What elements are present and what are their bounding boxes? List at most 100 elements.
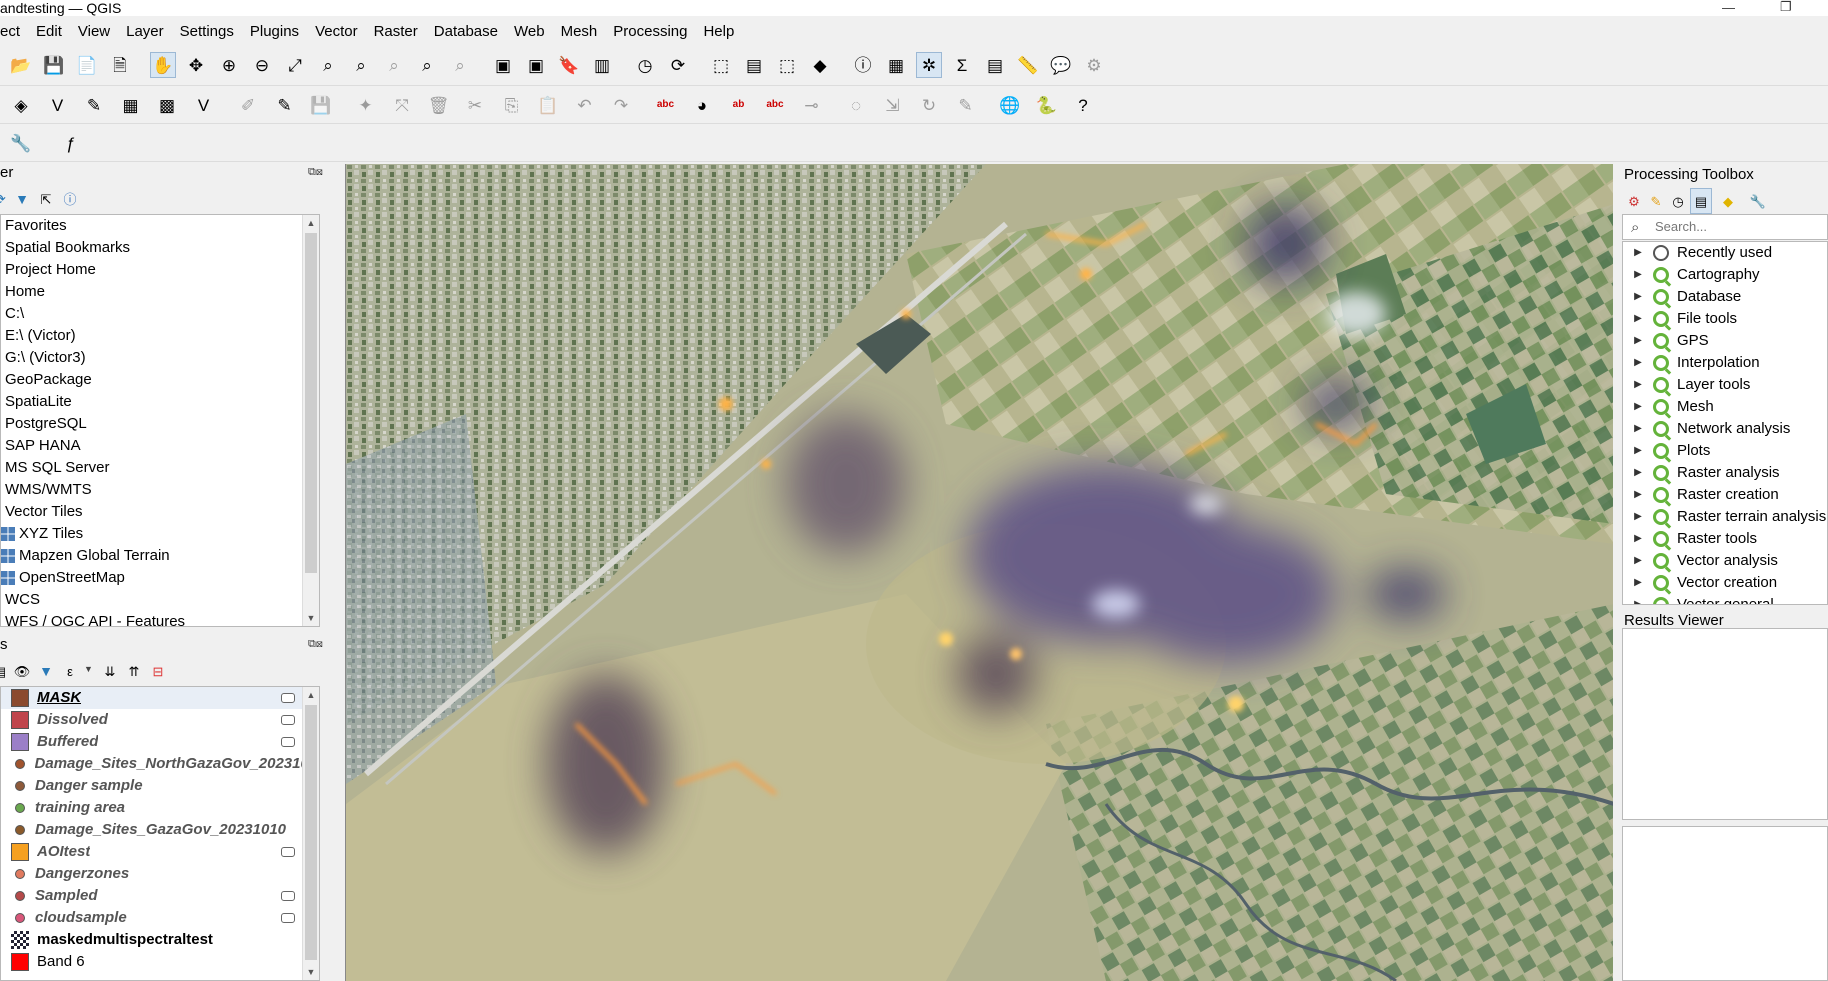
- zoom-to-layer-icon[interactable]: ⌕: [348, 52, 374, 78]
- redo-icon[interactable]: ↷: [608, 92, 634, 118]
- menu-view[interactable]: View: [70, 22, 118, 42]
- add-feature-icon[interactable]: ✦: [353, 92, 379, 118]
- attribute-table-icon[interactable]: ▤: [982, 52, 1008, 78]
- pan-to-selection-icon[interactable]: ✥: [183, 52, 209, 78]
- menu-database[interactable]: Database: [426, 22, 506, 42]
- identify-icon[interactable]: ⓘ: [850, 52, 876, 78]
- remove-layer-icon[interactable]: ⊟: [148, 658, 168, 684]
- browser-item[interactable]: C:\: [1, 303, 319, 325]
- label-tool-icon[interactable]: abc: [762, 92, 788, 118]
- paste-icon[interactable]: 📋: [535, 92, 561, 118]
- scroll-up-icon[interactable]: ▲: [303, 687, 319, 703]
- restore-icon[interactable]: ❐: [1780, 0, 1792, 15]
- layers-tree[interactable]: MASK Dissolved Buffered Damage_Sites_NorthG…: [0, 686, 320, 981]
- chevron-right-icon[interactable]: ▶: [1623, 440, 1653, 462]
- processing-group[interactable]: ▶ Vector analysis: [1623, 550, 1827, 572]
- new-layer-icon[interactable]: V: [45, 92, 71, 118]
- temporal-controller-icon[interactable]: ◷: [632, 52, 658, 78]
- chevron-right-icon[interactable]: ▶: [1623, 242, 1653, 264]
- diagram-icon[interactable]: ◕: [689, 92, 715, 118]
- menu-ect[interactable]: ect: [0, 22, 28, 42]
- open-project-icon[interactable]: 📂: [8, 52, 34, 78]
- globe-icon[interactable]: 🌐: [997, 92, 1023, 118]
- refresh-icon[interactable]: ⟳: [665, 52, 691, 78]
- browser-item[interactable]: MS SQL Server: [1, 457, 319, 479]
- model-icon[interactable]: ⚙: [1624, 188, 1644, 214]
- scroll-down-icon[interactable]: ▼: [303, 964, 319, 980]
- layer-item[interactable]: Danger sample: [1, 775, 319, 797]
- processing-group[interactable]: ▶ Raster analysis: [1623, 462, 1827, 484]
- close-icon[interactable]: ⊠: [316, 638, 323, 650]
- browser-item[interactable]: Spatial Bookmarks: [1, 237, 319, 259]
- chevron-right-icon[interactable]: ▶: [1623, 594, 1653, 604]
- undo-icon[interactable]: ↶: [572, 92, 598, 118]
- layout-manager-icon[interactable]: 🗎: [107, 52, 133, 78]
- processing-group[interactable]: ▶ Raster creation: [1623, 484, 1827, 506]
- filter-legend-icon[interactable]: ▼: [36, 658, 56, 684]
- refresh-icon[interactable]: ⟳: [0, 186, 10, 212]
- processing-group[interactable]: ▶ Layer tools: [1623, 374, 1827, 396]
- statistics-icon[interactable]: ▦: [883, 52, 909, 78]
- collapse-all-icon[interactable]: ⇈: [124, 658, 144, 684]
- browser-item[interactable]: OpenStreetMap: [1, 567, 319, 589]
- chevron-right-icon[interactable]: ▶: [1623, 374, 1653, 396]
- browser-item[interactable]: E:\ (Victor): [1, 325, 319, 347]
- float-icon[interactable]: ⧉: [308, 638, 316, 650]
- chevron-down-icon[interactable]: ▼: [84, 664, 93, 674]
- layer-checkbox[interactable]: [1, 819, 15, 841]
- close-icon[interactable]: ⊠: [316, 166, 323, 178]
- browser-item[interactable]: SpatiaLite: [1, 391, 319, 413]
- menu-help[interactable]: Help: [695, 22, 742, 42]
- processing-group[interactable]: ▶ Raster tools: [1623, 528, 1827, 550]
- scroll-thumb[interactable]: [305, 233, 317, 573]
- processing-toolbox-icon[interactable]: ✲: [916, 52, 942, 78]
- zoom-native-icon[interactable]: ⌕: [381, 52, 407, 78]
- scroll-thumb[interactable]: [305, 705, 317, 960]
- chevron-right-icon[interactable]: ▶: [1623, 528, 1653, 550]
- menu-settings[interactable]: Settings: [172, 22, 242, 42]
- zoom-out-icon[interactable]: ⊖: [249, 52, 275, 78]
- open-attribute-table-icon[interactable]: ▤: [741, 52, 767, 78]
- layer-item[interactable]: Dangerzones: [1, 863, 319, 885]
- chevron-right-icon[interactable]: ▶: [1623, 352, 1653, 374]
- layer-indicator-icon[interactable]: [281, 913, 295, 923]
- processing-group[interactable]: ▶ Raster terrain analysis: [1623, 506, 1827, 528]
- layer-item[interactable]: Sampled: [1, 885, 319, 907]
- menu-layer[interactable]: Layer: [118, 22, 172, 42]
- pan-icon[interactable]: ✋: [150, 52, 176, 78]
- digitize-icon[interactable]: ✎: [81, 92, 107, 118]
- processing-group[interactable]: ▶ Interpolation: [1623, 352, 1827, 374]
- data-source-manager-icon[interactable]: ◈: [8, 92, 34, 118]
- browser-item[interactable]: Mapzen Global Terrain: [1, 545, 319, 567]
- browser-item[interactable]: WFS / OGC API - Features: [1, 611, 319, 626]
- processing-group[interactable]: ▶ Vector general: [1623, 594, 1827, 604]
- edits-icon[interactable]: ✐: [235, 92, 261, 118]
- layer-item[interactable]: Band 6: [1, 951, 319, 973]
- processing-search-input[interactable]: ⌕ Search...: [1622, 214, 1828, 240]
- open-styling-icon[interactable]: ▤: [0, 658, 10, 684]
- browser-item[interactable]: Vector Tiles: [1, 501, 319, 523]
- chevron-right-icon[interactable]: ▶: [1623, 396, 1653, 418]
- layer-checkbox[interactable]: [1, 797, 15, 819]
- filter-expression-icon[interactable]: ε: [60, 658, 80, 684]
- processing-group[interactable]: ▶ Mesh: [1623, 396, 1827, 418]
- processing-group[interactable]: ▶ Recently used: [1623, 242, 1827, 264]
- deselect-icon[interactable]: ⬚: [774, 52, 800, 78]
- scroll-down-icon[interactable]: ▼: [303, 610, 319, 626]
- results-viewer[interactable]: [1622, 628, 1828, 820]
- layer-item[interactable]: Buffered: [1, 731, 319, 753]
- layer-checkbox[interactable]: [1, 907, 15, 929]
- delete-icon[interactable]: 🗑: [426, 92, 452, 118]
- new-print-layout-icon[interactable]: 📄: [74, 52, 100, 78]
- layer-item[interactable]: Damage_Sites_NorthGazaGov_20231015: [1, 753, 319, 775]
- copy-icon[interactable]: ⎘: [499, 92, 525, 118]
- layer-item[interactable]: cloudsample: [1, 907, 319, 929]
- chevron-right-icon[interactable]: ▶: [1623, 462, 1653, 484]
- chevron-right-icon[interactable]: ▶: [1623, 264, 1653, 286]
- processing-group[interactable]: ▶ GPS: [1623, 330, 1827, 352]
- show-bookmarks-icon[interactable]: ▥: [589, 52, 615, 78]
- rotate-label-icon[interactable]: ↻: [916, 92, 942, 118]
- processing-group[interactable]: ▶ File tools: [1623, 308, 1827, 330]
- layers-scrollbar[interactable]: ▲ ▼: [302, 687, 319, 980]
- collapse-all-icon[interactable]: ⇱: [36, 186, 56, 212]
